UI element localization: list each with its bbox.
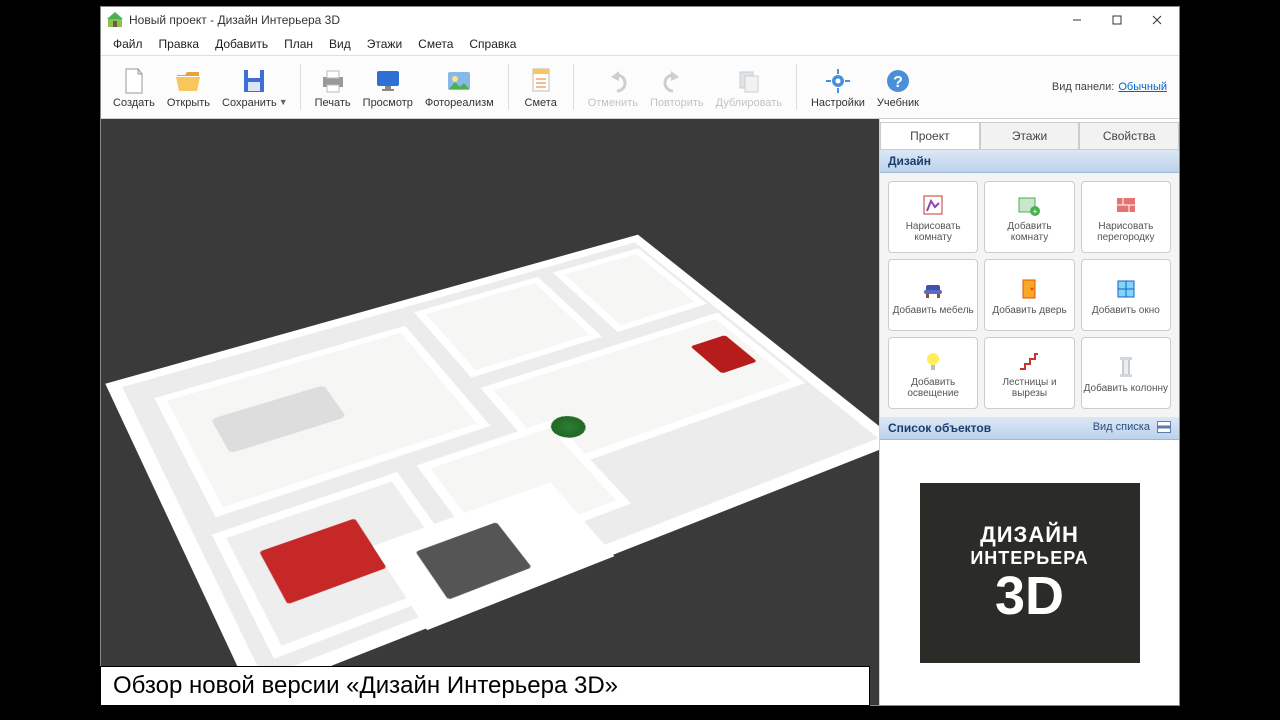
toolbar-estimate[interactable]: Смета xyxy=(517,58,565,116)
tab-project[interactable]: Проект xyxy=(880,122,980,149)
toolbar: Создать Открыть Сохранить▼ Печать Просмо… xyxy=(101,55,1179,119)
panel-mode-link[interactable]: Обычный xyxy=(1118,81,1167,93)
close-button[interactable] xyxy=(1137,7,1177,33)
duplicate-icon xyxy=(733,65,765,97)
design-section-header: Дизайн xyxy=(880,150,1179,173)
menu-file[interactable]: Файл xyxy=(105,35,151,53)
menu-estimate[interactable]: Смета xyxy=(410,35,461,53)
add-furniture-icon xyxy=(919,275,947,303)
video-caption: Обзор новой версии «Дизайн Интерьера 3D» xyxy=(100,666,870,706)
app-window: Новый проект - Дизайн Интерьера 3D Файл … xyxy=(100,6,1180,706)
add-window-icon xyxy=(1112,275,1140,303)
save-icon xyxy=(238,65,270,97)
undo-icon xyxy=(597,65,629,97)
svg-text:+: + xyxy=(1033,207,1038,216)
menu-plan[interactable]: План xyxy=(276,35,321,53)
side-panel: Проект Этажи Свойства Дизайн Нарисовать … xyxy=(879,119,1179,705)
card-stairs[interactable]: Лестницы и вырезы xyxy=(984,337,1074,409)
menu-edit[interactable]: Правка xyxy=(151,35,208,53)
menu-help[interactable]: Справка xyxy=(461,35,524,53)
add-door-icon xyxy=(1015,275,1043,303)
stairs-icon xyxy=(1015,347,1043,375)
object-list: ДИЗАЙН ИНТЕРЬЕРА 3D xyxy=(880,440,1179,705)
add-column-icon xyxy=(1112,353,1140,381)
add-room-icon: + xyxy=(1015,191,1043,219)
objects-section-header: Список объектов Вид списка xyxy=(880,417,1179,440)
add-lighting-icon xyxy=(919,347,947,375)
toolbar-duplicate[interactable]: Дублировать xyxy=(710,58,788,116)
new-file-icon xyxy=(118,65,150,97)
draw-room-icon xyxy=(919,191,947,219)
photorealism-icon xyxy=(443,65,475,97)
toolbar-undo[interactable]: Отменить xyxy=(582,58,644,116)
maximize-button[interactable] xyxy=(1097,7,1137,33)
card-add-furniture[interactable]: Добавить мебель xyxy=(888,259,978,331)
help-icon: ? xyxy=(882,65,914,97)
toolbar-tutorial[interactable]: ? Учебник xyxy=(871,58,925,116)
card-add-column[interactable]: Добавить колонну xyxy=(1081,337,1171,409)
app-icon xyxy=(107,12,123,28)
floorplan-render xyxy=(115,239,879,686)
tab-floors[interactable]: Этажи xyxy=(980,122,1080,149)
monitor-icon xyxy=(372,65,404,97)
menu-floors[interactable]: Этажи xyxy=(359,35,410,53)
card-add-lighting[interactable]: Добавить освещение xyxy=(888,337,978,409)
panel-mode-label: Вид панели: xyxy=(1052,81,1114,93)
dropdown-arrow-icon: ▼ xyxy=(279,97,288,107)
list-view-label: Вид списка xyxy=(1093,421,1150,433)
menu-view[interactable]: Вид xyxy=(321,35,359,53)
toolbar-create[interactable]: Создать xyxy=(107,58,161,116)
design-card-grid: Нарисовать комнату + Добавить комнату На… xyxy=(880,173,1179,417)
card-draw-room[interactable]: Нарисовать комнату xyxy=(888,181,978,253)
toolbar-photoreal[interactable]: Фотореализм xyxy=(419,58,500,116)
estimate-icon xyxy=(525,65,557,97)
open-folder-icon xyxy=(172,65,204,97)
printer-icon xyxy=(317,65,349,97)
toolbar-settings[interactable]: Настройки xyxy=(805,58,871,116)
toolbar-redo[interactable]: Повторить xyxy=(644,58,710,116)
menu-add[interactable]: Добавить xyxy=(207,35,276,53)
toolbar-preview[interactable]: Просмотр xyxy=(357,58,419,116)
minimize-button[interactable] xyxy=(1057,7,1097,33)
card-add-door[interactable]: Добавить дверь xyxy=(984,259,1074,331)
card-draw-partition[interactable]: Нарисовать перегородку xyxy=(1081,181,1171,253)
redo-icon xyxy=(661,65,693,97)
card-add-room[interactable]: + Добавить комнату xyxy=(984,181,1074,253)
title-bar: Новый проект - Дизайн Интерьера 3D xyxy=(101,7,1179,33)
draw-partition-icon xyxy=(1112,191,1140,219)
window-title: Новый проект - Дизайн Интерьера 3D xyxy=(129,13,1057,27)
toolbar-open[interactable]: Открыть xyxy=(161,58,216,116)
card-add-window[interactable]: Добавить окно xyxy=(1081,259,1171,331)
gear-icon xyxy=(822,65,854,97)
svg-text:?: ? xyxy=(893,74,903,91)
promo-logo: ДИЗАЙН ИНТЕРЬЕРА 3D xyxy=(920,483,1140,663)
menu-bar: Файл Правка Добавить План Вид Этажи Смет… xyxy=(101,33,1179,55)
toolbar-save[interactable]: Сохранить▼ xyxy=(216,58,292,116)
toolbar-print[interactable]: Печать xyxy=(309,58,357,116)
list-view-toggle-icon[interactable] xyxy=(1157,421,1171,433)
3d-viewport[interactable] xyxy=(101,119,879,705)
tab-properties[interactable]: Свойства xyxy=(1079,122,1179,149)
